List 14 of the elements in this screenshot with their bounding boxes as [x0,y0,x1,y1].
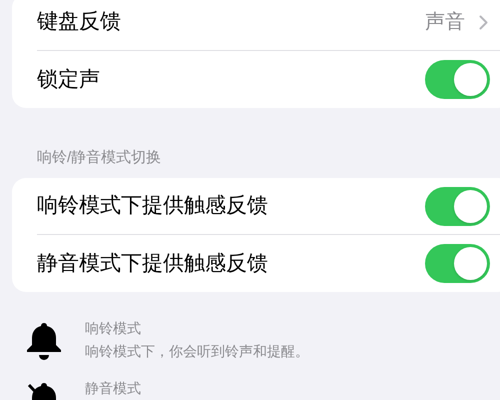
mode-title: 响铃模式 [85,320,142,337]
mode-description: 响铃模式下，你会听到铃声和提醒。 [85,342,309,361]
toggle-switch[interactable] [425,244,490,283]
mode-title: 静音模式 [85,380,141,397]
section-header: 响铃/静音模式切换 [37,149,162,166]
setting-label: 键盘反馈 [37,9,122,36]
bell-icon [26,322,62,360]
chevron-icon [479,14,488,30]
setting-label: 响铃模式下提供触感反馈 [37,193,269,220]
setting-label: 锁定声 [37,66,101,93]
setting-label: 静音模式下提供触感反馈 [37,250,269,277]
toggle-switch[interactable] [425,186,490,226]
setting-value[interactable]: 声音 [425,7,465,37]
toggle-switch[interactable] [425,60,490,99]
